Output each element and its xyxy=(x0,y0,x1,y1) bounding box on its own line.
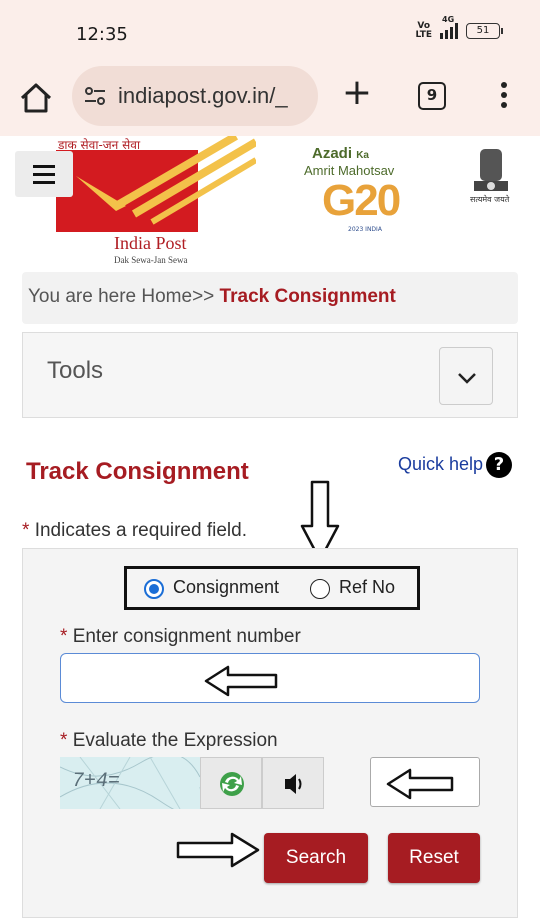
signal-icon: 4G xyxy=(440,15,458,39)
home-icon[interactable] xyxy=(18,80,54,116)
page-title: Track Consignment xyxy=(26,458,249,485)
network-type: 4G xyxy=(442,15,455,24)
search-button[interactable]: Search xyxy=(264,833,368,883)
status-icons: Vo LTE 4G 51 xyxy=(415,15,503,40)
brand-subtitle: Dak Sewa-Jan Sewa xyxy=(114,255,188,265)
arrow-left-icon xyxy=(386,768,454,800)
chevron-down-icon xyxy=(458,373,476,384)
breadcrumb-current: Track Consignment xyxy=(219,286,396,307)
status-time: 12:35 xyxy=(76,24,128,45)
emblem-motto: सत्यमेव जयते xyxy=(470,195,510,204)
quick-help-link[interactable]: Quick help xyxy=(398,454,483,475)
hamburger-menu-button[interactable] xyxy=(15,151,73,197)
site-header: डाक सेवा-जन सेवा India Post Dak Sewa-Jan… xyxy=(0,136,540,270)
reset-button[interactable]: Reset xyxy=(388,833,480,883)
speaker-icon xyxy=(285,774,302,794)
tools-label: Tools xyxy=(47,357,104,384)
help-icon[interactable]: ? xyxy=(486,452,512,478)
ref-no-radio-label[interactable]: Ref No xyxy=(339,577,395,598)
consignment-radio-label[interactable]: Consignment xyxy=(173,577,279,598)
volte-icon: Vo LTE xyxy=(415,21,432,40)
search-type-radio-group: Consignment Ref No xyxy=(124,566,420,610)
brand-name: India Post xyxy=(114,233,187,253)
required-note: * Indicates a required field. xyxy=(22,520,247,541)
ref-no-radio[interactable] xyxy=(310,579,330,599)
logo-stripes xyxy=(76,136,256,225)
refresh-icon xyxy=(220,772,244,796)
tab-switcher-icon[interactable]: 9 xyxy=(418,82,446,110)
tools-panel[interactable]: Tools xyxy=(22,332,518,418)
breadcrumb-prefix[interactable]: You are here Home>> xyxy=(28,286,220,307)
arrow-left-icon xyxy=(204,665,278,697)
battery-icon: 51 xyxy=(466,23,503,39)
g20-text: G20 xyxy=(322,176,401,225)
captcha-field-label: * Evaluate the Expression xyxy=(60,730,278,751)
browser-toolbar: indiapost.gov.in/_ + 9 xyxy=(0,60,540,136)
site-settings-icon[interactable] xyxy=(84,86,106,106)
captcha-group: 7+4= xyxy=(60,757,326,809)
g20-year: 2023 INDIA xyxy=(348,226,382,233)
consignment-radio[interactable] xyxy=(144,579,164,599)
arrow-right-icon xyxy=(176,832,260,868)
status-bar: 12:35 Vo LTE 4G 51 xyxy=(0,0,540,60)
azadi-g20-logo: Azadi Ka Amrit Mahotsav G20 2023 INDIA xyxy=(302,136,442,246)
captcha-expression: 7+4= xyxy=(72,770,121,793)
address-bar[interactable]: indiapost.gov.in/_ xyxy=(72,66,318,126)
overflow-menu-icon[interactable] xyxy=(494,82,514,112)
url-text: indiapost.gov.in/_ xyxy=(118,83,288,108)
azadi-text: Azadi Ka xyxy=(312,145,369,162)
captcha-refresh-button[interactable] xyxy=(200,757,262,809)
new-tab-icon[interactable]: + xyxy=(340,75,374,112)
captcha-image: 7+4= xyxy=(60,757,200,809)
breadcrumb: You are here Home>> Track Consignment xyxy=(22,272,518,324)
captcha-audio-button[interactable] xyxy=(262,757,324,809)
tools-expand-button[interactable] xyxy=(439,347,493,405)
consignment-field-label: * Enter consignment number xyxy=(60,626,301,647)
